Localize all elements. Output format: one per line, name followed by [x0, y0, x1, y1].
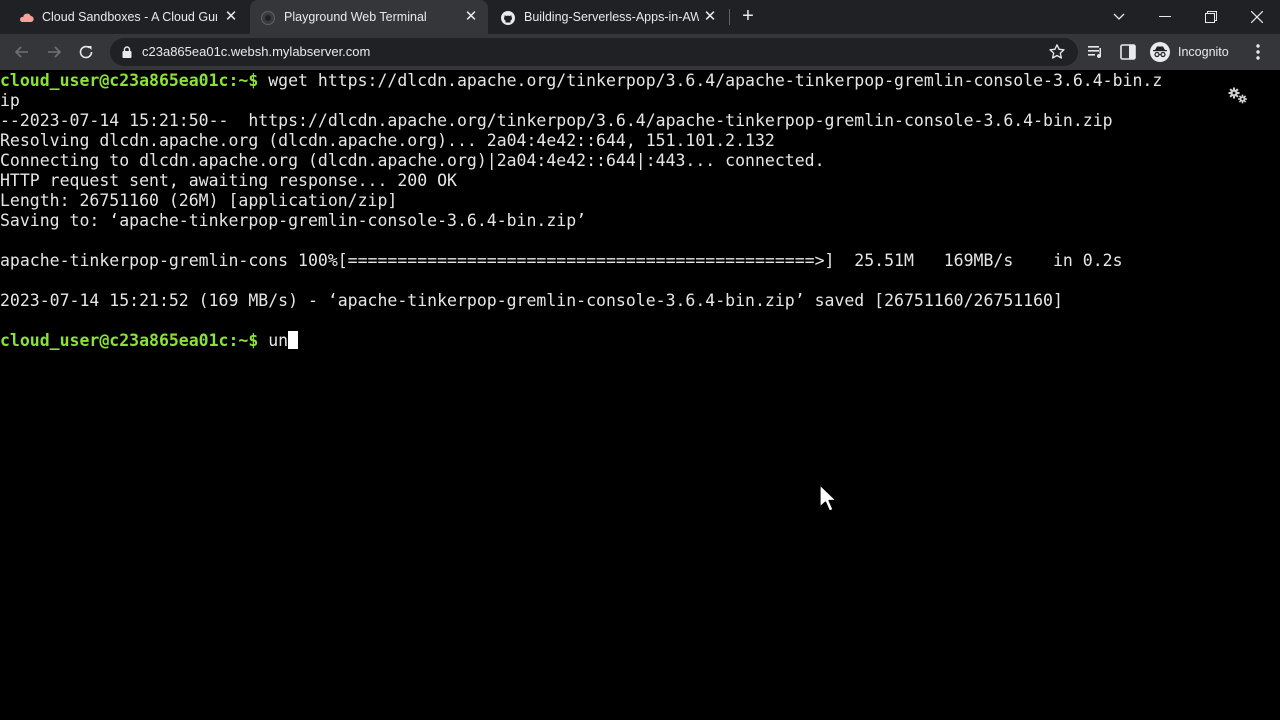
terminal-progress-line: apache-tinkerpop-gremlin-cons 100%[=====… [0, 251, 1123, 270]
minimize-icon [1159, 16, 1171, 17]
terminal-output-line: --2023-07-14 15:21:50-- https://dlcdn.ap… [0, 111, 1113, 130]
lock-icon[interactable] [120, 45, 134, 59]
incognito-icon [1150, 42, 1170, 62]
terminal-output-line: Connecting to dlcdn.apache.org (dlcdn.ap… [0, 151, 825, 170]
tab-title: Building-Serverless-Apps-in-AWS [524, 10, 699, 24]
terminal-output-line: 2023-07-14 15:21:52 (169 MB/s) - ‘apache… [0, 291, 1063, 310]
incognito-profile-button[interactable]: Incognito [1146, 39, 1239, 65]
profile-label: Incognito [1178, 45, 1229, 59]
arrow-right-icon [48, 46, 62, 58]
close-icon [1251, 11, 1263, 23]
tab-playground-web-terminal[interactable]: Playground Web Terminal ✕ [250, 0, 488, 34]
terminal-icon [261, 11, 275, 25]
tab-strip: Cloud Sandboxes - A Cloud Guru ✕ Playgro… [0, 0, 1280, 34]
restore-icon [1205, 11, 1217, 23]
tab-cloud-sandboxes[interactable]: Cloud Sandboxes - A Cloud Guru ✕ [8, 0, 248, 34]
close-icon[interactable]: ✕ [223, 9, 239, 25]
address-bar[interactable]: c23a865ea01c.websh.mylabserver.com [110, 38, 1078, 66]
terminal-command-line: cloud_user@c23a865ea01c:~$ wget https://… [0, 71, 1162, 91]
close-icon[interactable]: ✕ [702, 9, 718, 25]
tab-separator [729, 9, 730, 25]
url-text[interactable]: c23a865ea01c.websh.mylabserver.com [142, 45, 370, 59]
chevron-down-icon [1113, 13, 1125, 20]
terminal-output-line: HTTP request sent, awaiting response... … [0, 171, 457, 190]
tab-title: Cloud Sandboxes - A Cloud Guru [42, 10, 217, 24]
terminal-prompt: cloud_user@c23a865ea01c:~$ [0, 331, 259, 350]
terminal-current-input: un [258, 331, 289, 350]
tab-search-button[interactable] [1096, 0, 1142, 34]
terminal-output-line: Length: 26751160 (26M) [application/zip] [0, 191, 398, 210]
terminal-cursor [288, 331, 299, 349]
side-panel-icon[interactable] [1118, 42, 1138, 62]
terminal-command-wrap: ip [0, 91, 20, 110]
cloud-icon [20, 13, 34, 23]
more-menu-icon[interactable] [1250, 42, 1266, 62]
reload-button[interactable] [74, 40, 98, 64]
terminal-active-line: cloud_user@c23a865ea01c:~$ un [0, 331, 299, 351]
terminal-output-line: Resolving dlcdn.apache.org (dlcdn.apache… [0, 131, 775, 150]
close-icon[interactable]: ✕ [463, 9, 479, 25]
arrow-left-icon [14, 46, 28, 58]
new-tab-button[interactable]: + [737, 6, 759, 28]
close-window-button[interactable] [1234, 0, 1280, 34]
terminal-prompt: cloud_user@c23a865ea01c:~$ [0, 71, 259, 90]
forward-button[interactable] [42, 40, 66, 64]
back-button[interactable] [10, 40, 34, 64]
mouse-cursor-icon [819, 484, 837, 512]
github-icon [501, 11, 515, 25]
terminal-command: wget https://dlcdn.apache.org/tinkerpop/… [258, 71, 1163, 90]
settings-gear-icon[interactable] [1227, 87, 1249, 105]
terminal-output-line: Saving to: ‘apache-tinkerpop-gremlin-con… [0, 211, 587, 230]
restore-button[interactable] [1188, 0, 1234, 34]
tab-building-serverless-apps[interactable]: Building-Serverless-Apps-in-AWS ✕ [490, 0, 728, 34]
star-icon[interactable] [1048, 43, 1066, 61]
tab-title: Playground Web Terminal [284, 10, 427, 24]
minimize-button[interactable] [1142, 0, 1188, 34]
media-queue-icon[interactable] [1086, 42, 1106, 62]
browser-toolbar: c23a865ea01c.websh.mylabserver.com Incog… [0, 34, 1280, 70]
web-terminal[interactable]: cloud_user@c23a865ea01c:~$ wget https://… [0, 70, 1280, 720]
reload-icon [79, 45, 93, 59]
